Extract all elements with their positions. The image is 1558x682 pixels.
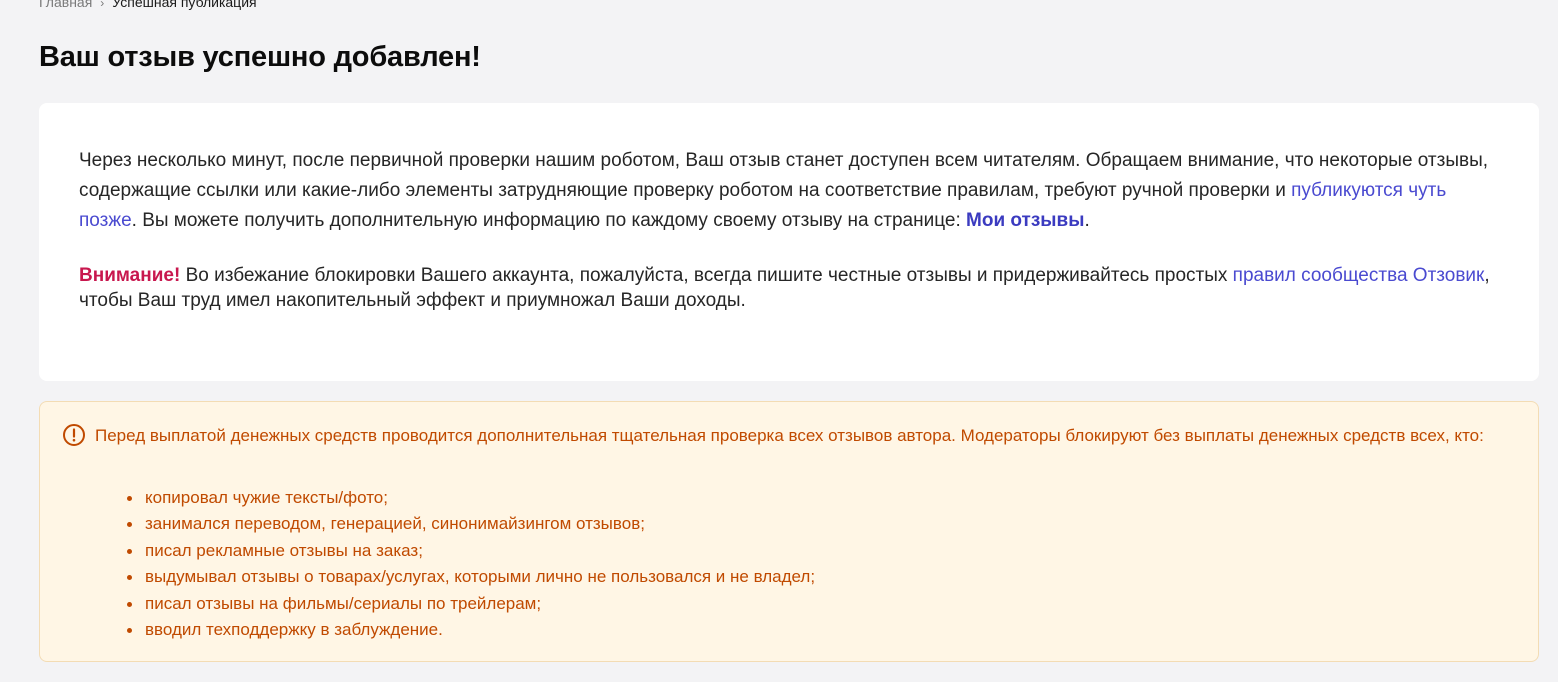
payout-warning-box: Перед выплатой денежных средств проводит… (39, 401, 1539, 662)
breadcrumb-home-link[interactable]: Главная (39, 0, 92, 10)
attention-label: Внимание! (79, 265, 181, 286)
attention-paragraph: Внимание! Во избежание блокировки Вашего… (79, 263, 1499, 313)
payout-warning-intro: Перед выплатой денежных средств проводит… (95, 426, 1484, 445)
publication-info-text-continued: . Вы можете получить дополнительную инфо… (131, 210, 967, 231)
attention-text: Во избежание блокировки Вашего аккаунта,… (180, 265, 1233, 286)
list-item: вводил техподдержку в заблуждение. (125, 617, 815, 643)
list-item: занимался переводом, генерацией, синоним… (125, 511, 815, 537)
list-item: писал отзывы на фильмы/сериалы по трейле… (125, 591, 815, 617)
my-reviews-link[interactable]: Мои отзывы (966, 210, 1084, 231)
publication-info-text: Через несколько минут, после первичной п… (79, 150, 1489, 201)
success-info-card: Через несколько минут, после первичной п… (39, 103, 1539, 381)
breadcrumb: Главная › Успешная публикация (39, 0, 257, 12)
publication-info-paragraph: Через несколько минут, после первичной п… (79, 146, 1499, 236)
list-item: писал рекламные отзывы на заказ; (125, 538, 815, 564)
violations-list: копировал чужие тексты/фото; занимался п… (125, 485, 815, 643)
page-title: Ваш отзыв успешно добавлен! (39, 41, 481, 73)
list-item: выдумывал отзывы о товарах/услугах, кото… (125, 564, 815, 590)
breadcrumb-separator: › (100, 0, 105, 10)
list-item: копировал чужие тексты/фото; (125, 485, 815, 511)
exclamation-circle-icon (62, 423, 86, 447)
community-rules-link[interactable]: правил сообщества Отзовик (1233, 265, 1485, 286)
publication-info-period: . (1084, 210, 1090, 231)
breadcrumb-current: Успешная публикация (112, 0, 257, 10)
